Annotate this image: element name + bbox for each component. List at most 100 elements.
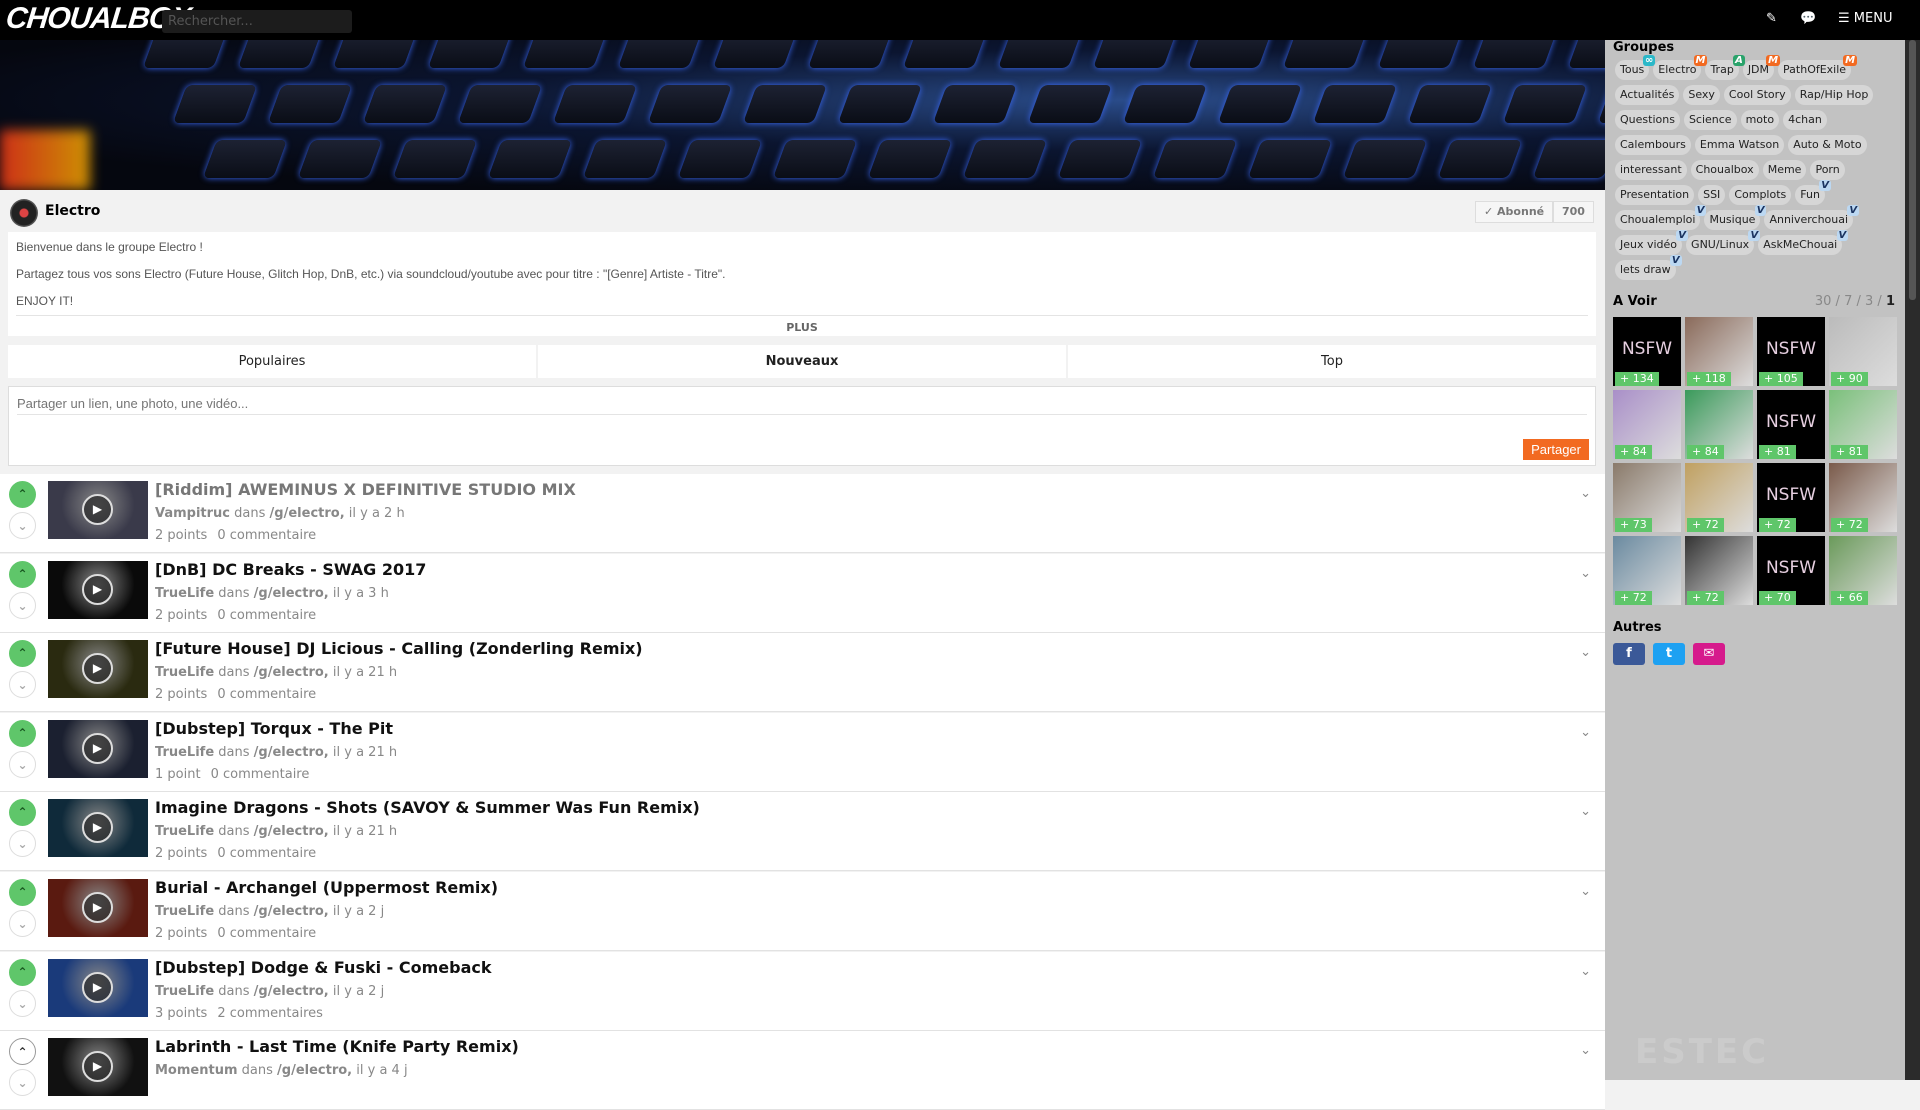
downvote-button[interactable]: ⌄ [9, 750, 36, 778]
post-thumbnail[interactable]: ▶ [48, 719, 148, 778]
chevron-down-icon[interactable]: ⌄ [1580, 1043, 1591, 1058]
upvote-button[interactable]: ⌃ [9, 958, 36, 986]
avoir-thumbnail[interactable]: NSFW + 70 [1757, 536, 1825, 605]
post-author[interactable]: Momentum [155, 1063, 238, 1078]
post-comments[interactable]: 0 commentaire [217, 687, 316, 702]
group-tag[interactable]: PathOfExile M [1778, 55, 1858, 80]
post-author[interactable]: TrueLife [155, 745, 214, 760]
chevron-down-icon[interactable]: ⌄ [1580, 645, 1591, 660]
downvote-button[interactable]: ⌄ [9, 910, 36, 937]
play-icon[interactable]: ▶ [82, 1051, 113, 1083]
chevron-down-icon[interactable]: ⌄ [1580, 964, 1591, 979]
post-title[interactable]: Burial - Archangel (Uppermost Remix) [155, 878, 498, 897]
share-button[interactable]: Partager [1523, 439, 1589, 460]
tab-populaires[interactable]: Populaires [8, 345, 536, 378]
downvote-button[interactable]: ⌄ [9, 1069, 36, 1097]
downvote-button[interactable]: ⌄ [9, 989, 36, 1017]
group-tag[interactable]: AskMeChouai V [1758, 230, 1849, 255]
group-tag[interactable]: Tous ∞ [1615, 55, 1656, 80]
post-group[interactable]: /g/electro, [277, 1063, 352, 1078]
search-input[interactable] [162, 10, 352, 33]
post-title[interactable]: [Riddim] AWEMINUS X DEFINITIVE STUDIO MI… [155, 480, 576, 499]
post-title[interactable]: Labrinth - Last Time (Knife Party Remix) [155, 1037, 519, 1056]
tab-top[interactable]: Top [1068, 345, 1596, 378]
post-group[interactable]: /g/electro, [254, 904, 329, 919]
chevron-down-icon[interactable]: ⌄ [1580, 486, 1591, 501]
group-tag[interactable]: Choualemploi V [1615, 205, 1707, 230]
post-title[interactable]: Imagine Dragons - Shots (SAVOY & Summer … [155, 798, 700, 817]
avoir-thumbnail[interactable]: + 72 [1685, 463, 1753, 532]
group-tag[interactable]: Sexy [1683, 85, 1720, 105]
avoir-thumbnail[interactable]: + 84 [1685, 390, 1753, 459]
upvote-button[interactable]: ⌃ [9, 481, 36, 508]
post-group[interactable]: /g/electro, [254, 745, 329, 760]
post-thumbnail[interactable]: ▶ [48, 799, 148, 858]
avoir-thumbnail[interactable]: + 118 [1685, 317, 1753, 386]
post-thumbnail[interactable]: ▶ [48, 481, 148, 539]
group-tag[interactable]: JDM M [1742, 55, 1781, 80]
group-tag[interactable]: Emma Watson [1694, 135, 1785, 155]
group-tag[interactable]: Trap A [1705, 55, 1745, 80]
subscribe-button[interactable]: ✓ Abonné [1475, 201, 1554, 223]
avoir-thumbnail[interactable]: NSFW + 72 [1757, 463, 1825, 532]
post-group[interactable]: /g/electro, [254, 665, 329, 680]
filter-7[interactable]: 7 [1844, 294, 1852, 309]
group-tag[interactable]: Science [1683, 110, 1737, 130]
post-comments[interactable]: 2 commentaires [217, 1006, 323, 1021]
play-icon[interactable]: ▶ [82, 653, 113, 685]
post-thumbnail[interactable]: ▶ [48, 560, 148, 619]
group-tag[interactable]: Actualités [1615, 85, 1680, 105]
chevron-down-icon[interactable]: ⌄ [1580, 566, 1591, 581]
facebook-button[interactable]: f [1613, 643, 1645, 665]
post-comments[interactable]: 0 commentaire [217, 846, 316, 861]
post-title[interactable]: [DnB] DC Breaks - SWAG 2017 [155, 560, 426, 579]
upvote-button[interactable]: ⌃ [9, 719, 36, 747]
play-icon[interactable]: ▶ [82, 892, 113, 923]
group-tag[interactable]: Electro M [1653, 55, 1708, 80]
play-icon[interactable]: ▶ [82, 573, 113, 605]
group-tag[interactable]: Complots [1729, 185, 1792, 205]
post-thumbnail[interactable]: ▶ [48, 1038, 148, 1097]
avoir-thumbnail[interactable]: + 73 [1613, 463, 1681, 532]
chevron-down-icon[interactable]: ⌄ [1580, 804, 1591, 819]
avoir-thumbnail[interactable]: NSFW + 134 [1613, 317, 1681, 386]
play-icon[interactable]: ▶ [82, 971, 113, 1003]
avoir-thumbnail[interactable]: NSFW + 105 [1757, 317, 1825, 386]
group-tag[interactable]: moto [1740, 110, 1780, 130]
group-tag[interactable]: Porn [1810, 160, 1845, 180]
group-tag[interactable]: interessant [1615, 160, 1687, 180]
post-author[interactable]: TrueLife [155, 665, 214, 680]
avoir-thumbnail[interactable]: + 81 [1829, 390, 1897, 459]
group-tag[interactable]: Presentation [1615, 185, 1695, 205]
upvote-button[interactable]: ⌃ [9, 560, 36, 588]
share-input[interactable] [17, 393, 1587, 415]
play-icon[interactable]: ▶ [82, 812, 113, 844]
group-tag[interactable]: Musique V [1704, 205, 1767, 230]
tab-nouveaux[interactable]: Nouveaux [538, 345, 1066, 378]
avoir-thumbnail[interactable]: + 66 [1829, 536, 1897, 605]
post-author[interactable]: Vampitruc [155, 506, 230, 521]
group-tag[interactable]: Cool Story [1723, 85, 1791, 105]
upvote-button[interactable]: ⌃ [9, 1038, 36, 1066]
avoir-thumbnail[interactable]: + 90 [1829, 317, 1897, 386]
post-group[interactable]: /g/electro, [270, 506, 345, 521]
mail-button[interactable]: ✉ [1693, 643, 1725, 665]
group-tag[interactable]: Meme [1762, 160, 1807, 180]
post-title[interactable]: [Future House] DJ Licious - Calling (Zon… [155, 639, 643, 658]
group-tag[interactable]: Choualbox [1690, 160, 1759, 180]
post-group[interactable]: /g/electro, [254, 824, 329, 839]
downvote-button[interactable]: ⌄ [9, 591, 36, 619]
group-tag[interactable]: Calembours [1615, 135, 1691, 155]
post-group[interactable]: /g/electro, [254, 586, 329, 601]
upvote-button[interactable]: ⌃ [9, 640, 36, 668]
post-title[interactable]: [Dubstep] Dodge & Fuski - Comeback [155, 958, 492, 977]
post-thumbnail[interactable]: ▶ [48, 958, 148, 1017]
downvote-button[interactable]: ⌄ [9, 830, 36, 858]
chevron-down-icon[interactable]: ⌄ [1580, 725, 1591, 740]
group-tag[interactable]: Jeux vidéo V [1615, 230, 1689, 255]
play-icon[interactable]: ▶ [82, 494, 113, 525]
avoir-thumbnail[interactable]: + 84 [1613, 390, 1681, 459]
chat-icon[interactable]: 💬 [1800, 11, 1816, 26]
group-tag[interactable]: Anniverchouai V [1764, 205, 1860, 230]
post-author[interactable]: TrueLife [155, 824, 214, 839]
